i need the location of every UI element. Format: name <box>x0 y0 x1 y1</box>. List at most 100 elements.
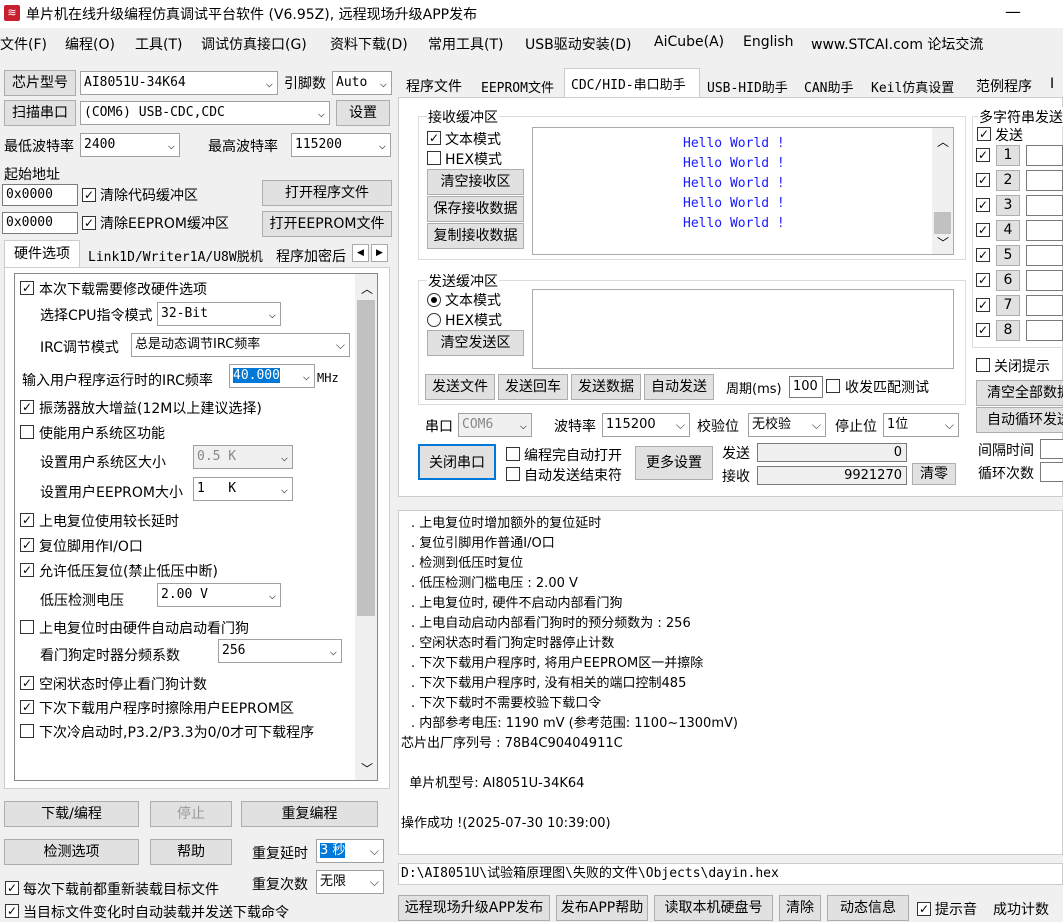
chip-model-button[interactable]: 芯片型号 <box>4 70 76 96</box>
recv-hex-checkbox[interactable] <box>427 151 441 165</box>
option-checkbox-4[interactable]: ✓ <box>20 513 34 527</box>
multi-input-2[interactable] <box>1026 170 1063 191</box>
scroll-thumb[interactable] <box>934 212 951 234</box>
tab-cdc-serial[interactable]: CDC/HID-串口助手 <box>564 68 700 98</box>
option-checkbox-7[interactable] <box>20 620 34 634</box>
close-after-checkbox[interactable] <box>506 467 520 481</box>
open-after-checkbox[interactable] <box>506 447 520 461</box>
send-file-button[interactable]: 发送文件 <box>425 374 495 400</box>
interval-input[interactable] <box>1040 439 1063 459</box>
read-disk-button[interactable]: 读取本机硬盘号 <box>654 895 773 921</box>
clear-log-button[interactable]: 清除 <box>779 895 821 921</box>
pin-select[interactable]: Auto ⌵ <box>332 71 392 95</box>
eeprom-size-select[interactable]: 1 K ⌵ <box>193 477 293 501</box>
repeat-program-button[interactable]: 重复编程 <box>241 801 378 827</box>
close-hint-checkbox[interactable] <box>976 358 990 372</box>
option-checkbox-1[interactable]: ✓ <box>20 281 34 295</box>
help-button[interactable]: 帮助 <box>150 839 232 865</box>
multi-send-button-2[interactable]: 2 <box>996 170 1020 191</box>
option-checkbox-2[interactable]: ✓ <box>20 400 34 414</box>
watchdog-select[interactable]: 256 ⌵ <box>218 639 342 663</box>
minimize-icon[interactable]: — <box>1005 2 1021 21</box>
multi-checkbox-1[interactable]: ✓ <box>976 148 990 162</box>
scroll-down-icon[interactable]: ﹀ <box>937 234 949 251</box>
low-voltage-select[interactable]: 2.00 V ⌵ <box>157 583 281 607</box>
multi-checkbox-2[interactable]: ✓ <box>976 173 990 187</box>
option-checkbox-8[interactable]: ✓ <box>20 676 34 690</box>
clear-count-button[interactable]: 清零 <box>912 463 956 485</box>
option-checkbox-3[interactable] <box>20 425 34 439</box>
menu-download[interactable]: 资料下载(D) <box>330 34 408 54</box>
beep-checkbox[interactable]: ✓ <box>917 902 931 916</box>
menu-program[interactable]: 编程(O) <box>65 34 115 54</box>
multi-input-7[interactable] <box>1026 295 1063 316</box>
multi-send-button-4[interactable]: 4 <box>996 220 1020 241</box>
repeat-count-select[interactable]: 无限 ⌵ <box>316 870 384 894</box>
clear-recv-button[interactable]: 清空接收区 <box>427 169 524 195</box>
repeat-delay-select[interactable]: 3 秒 ⌵ <box>316 839 384 863</box>
receive-text-area[interactable]: Hello World ! Hello World ! Hello World … <box>532 127 954 255</box>
code-address-input[interactable]: 0x0000 <box>2 184 78 206</box>
open-program-button[interactable]: 打开程序文件 <box>262 180 392 206</box>
multi-checkbox-6[interactable]: ✓ <box>976 273 990 287</box>
tab-examples[interactable]: 范例程序 <box>976 76 1032 96</box>
copy-recv-button[interactable]: 复制接收数据 <box>427 223 524 249</box>
multi-checkbox-7[interactable]: ✓ <box>976 298 990 312</box>
port-settings-button[interactable]: 设置 <box>336 100 390 126</box>
multi-checkbox-8[interactable]: ✓ <box>976 323 990 337</box>
multi-input-5[interactable] <box>1026 245 1063 266</box>
tab-scroll-right-icon[interactable]: ▶ <box>371 244 388 262</box>
save-recv-button[interactable]: 保存接收数据 <box>427 196 524 222</box>
send-data-button[interactable]: 发送数据 <box>571 374 641 400</box>
max-baud-select[interactable]: 115200 ⌵ <box>291 133 391 157</box>
option-checkbox-6[interactable]: ✓ <box>20 563 34 577</box>
tab-program-file[interactable]: 程序文件 <box>406 76 462 96</box>
reload-checkbox[interactable]: ✓ <box>5 881 19 895</box>
multi-checkbox-3[interactable]: ✓ <box>976 198 990 212</box>
irc-freq-select[interactable]: 40.000 ⌵ <box>229 364 315 388</box>
auto-send-button[interactable]: 自动发送 <box>644 374 714 400</box>
recv-text-checkbox[interactable]: ✓ <box>427 131 441 145</box>
cpu-mode-select[interactable]: 32-Bit ⌵ <box>157 302 281 326</box>
option-checkbox-10[interactable] <box>20 724 34 738</box>
period-input[interactable]: 100 <box>789 376 823 398</box>
option-checkbox-9[interactable]: ✓ <box>20 700 34 714</box>
baud-select[interactable]: 115200 ⌵ <box>602 413 690 437</box>
scroll-up-icon[interactable]: ︿ <box>937 133 949 150</box>
loops-input[interactable] <box>1040 462 1063 482</box>
menu-common[interactable]: 常用工具(T) <box>428 34 503 54</box>
scroll-up-icon[interactable]: ︿ <box>361 280 373 297</box>
clear-send-button[interactable]: 清空发送区 <box>427 330 524 356</box>
min-baud-select[interactable]: 2400 ⌵ <box>80 133 180 157</box>
menu-usb[interactable]: USB驱动安装(D) <box>525 34 631 54</box>
open-eeprom-button[interactable]: 打开EEPROM文件 <box>262 211 392 237</box>
multi-send-button-8[interactable]: 8 <box>996 320 1020 341</box>
chip-select[interactable]: AI8051U-34K64 ⌵ <box>80 71 278 95</box>
tab-hardware[interactable]: 硬件选项 <box>4 240 80 268</box>
clear-all-button[interactable]: 清空全部数据 <box>976 380 1063 406</box>
download-button[interactable]: 下载/编程 <box>4 801 139 827</box>
scan-port-button[interactable]: 扫描串口 <box>4 100 76 126</box>
tab-scroll-left-icon[interactable]: ◀ <box>352 244 369 262</box>
auto-loop-button[interactable]: 自动循环发送 <box>976 407 1063 433</box>
multi-send-button-6[interactable]: 6 <box>996 270 1020 291</box>
menu-english[interactable]: English <box>743 34 794 50</box>
multi-input-6[interactable] <box>1026 270 1063 291</box>
clear-eeprom-checkbox[interactable]: ✓ <box>82 216 96 230</box>
remote-upgrade-button[interactable]: 远程现场升级APP发布 <box>398 895 550 921</box>
detect-options-button[interactable]: 检测选项 <box>4 839 139 865</box>
recv-scrollbar[interactable]: ︿ ﹀ <box>932 128 953 254</box>
menu-aicube[interactable]: AiCube(A) <box>654 34 724 50</box>
send-hex-radio[interactable] <box>427 313 441 327</box>
close-port-button[interactable]: 关闭串口 <box>418 444 496 480</box>
menu-debug[interactable]: 调试仿真接口(G) <box>201 34 307 54</box>
multi-input-1[interactable] <box>1026 145 1063 166</box>
multi-input-3[interactable] <box>1026 195 1063 216</box>
menu-file[interactable]: 文件(F) <box>0 34 47 54</box>
stopbits-select[interactable]: 1位 ⌵ <box>883 413 959 437</box>
menu-website[interactable]: www.STCAI.com 论坛交流 <box>811 34 983 54</box>
multi-send-button-3[interactable]: 3 <box>996 195 1020 216</box>
tab-more[interactable]: I <box>1050 76 1054 92</box>
tab-offline[interactable]: Link1D/Writer1A/U8W脱机 <box>88 246 263 265</box>
match-test-checkbox[interactable] <box>826 379 840 393</box>
